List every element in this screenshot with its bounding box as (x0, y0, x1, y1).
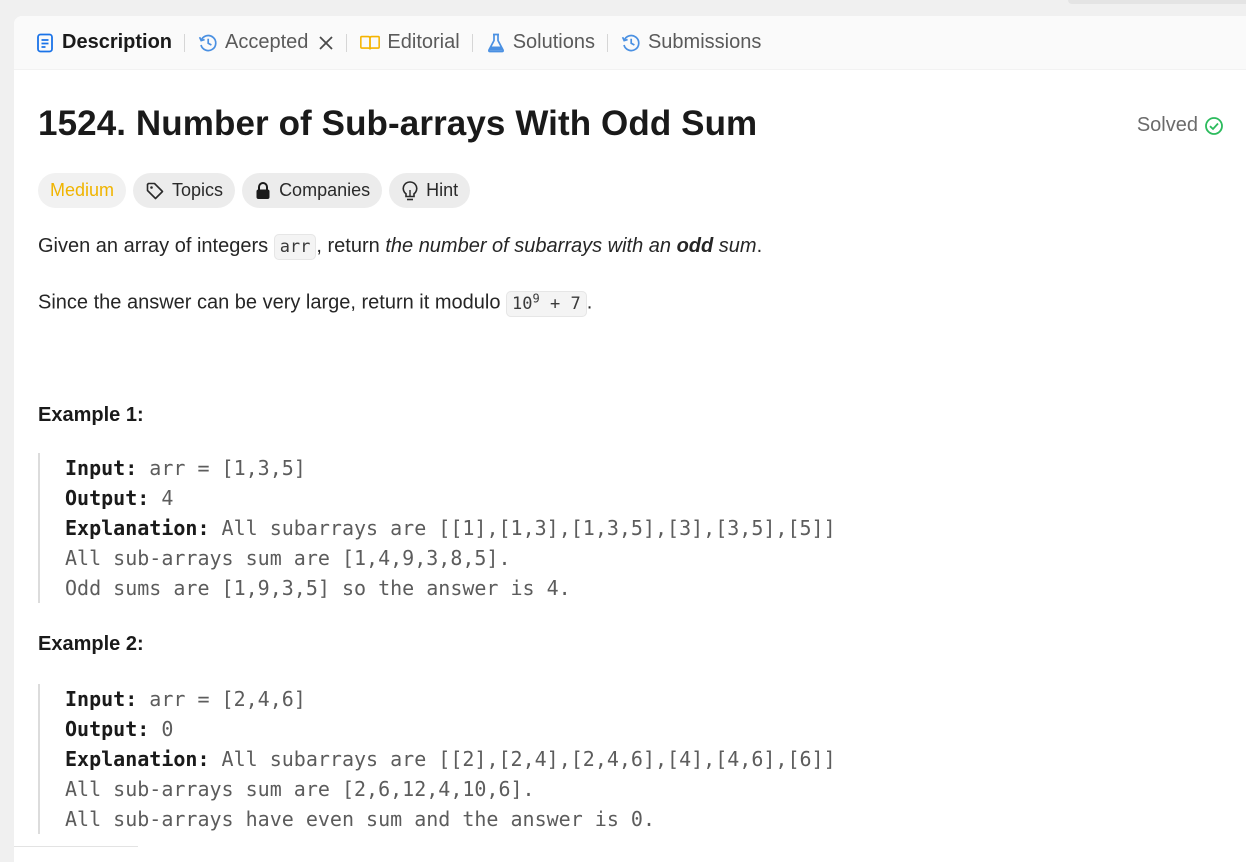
tab-label: Solutions (512, 31, 595, 53)
hint-label: Hint (426, 180, 459, 200)
description-icon (34, 32, 56, 54)
tab-accepted[interactable]: Accepted (197, 16, 334, 69)
modulo-code: 109 + 7 (506, 290, 587, 317)
explanation-value: All subarrays are [[2],[2,4],[2,4,6],[4]… (209, 747, 836, 771)
text: . (586, 291, 593, 314)
solved-label: Solved (1136, 114, 1198, 136)
output-value: 4 (149, 486, 174, 510)
exponent: 9 (532, 291, 540, 305)
emphasis-text: the number of subarrays with an odd sum (385, 235, 756, 257)
example-2-title: Example 2: (38, 633, 144, 655)
example-line: All sub-arrays sum are [2,6,12,4,10,6]. (65, 777, 535, 801)
text: 10 (512, 293, 533, 314)
flask-icon (485, 32, 507, 54)
example-line: Output: 0 (65, 714, 836, 744)
bold-text: odd (676, 235, 714, 257)
description-paragraph-1: Given an array of integers arr, return t… (38, 234, 763, 260)
text: , return (316, 235, 386, 257)
lightbulb-icon (401, 180, 419, 202)
example-1-block: Input: arr = [1,3,5] Output: 4 Explanation… (38, 453, 836, 603)
companies-button[interactable]: Companies (242, 173, 383, 208)
text: Since the answer can be very large, retu… (38, 291, 507, 314)
example-line: Explanation: All subarrays are [[2],[2,4… (65, 744, 836, 774)
text: sum (713, 235, 757, 257)
output-value: 0 (149, 717, 174, 741)
input-label: Input: (65, 687, 138, 711)
tab-label: Accepted (225, 31, 309, 53)
output-label: Output: (65, 486, 150, 510)
solved-status: Solved (1137, 114, 1224, 137)
window-top-strip (1068, 0, 1246, 4)
explanation-label: Explanation: (65, 747, 210, 771)
input-value: arr = [2,4,6] (137, 687, 306, 711)
topics-button[interactable]: Topics (133, 173, 236, 208)
tab-bar: Description Accepted Editorial Solutions (14, 16, 1246, 70)
example-line: Output: 4 (65, 483, 836, 513)
inline-code: arr (273, 234, 317, 260)
tab-label: Submissions (647, 31, 762, 53)
tab-submissions[interactable]: Submissions (620, 16, 761, 69)
tag-icon (145, 181, 165, 201)
text: . (756, 235, 763, 257)
tab-divider (184, 33, 186, 52)
tab-divider (471, 33, 473, 52)
tab-editorial[interactable]: Editorial (359, 16, 460, 69)
explanation-value: All subarrays are [[1],[1,3],[1,3,5],[3]… (209, 516, 836, 540)
tab-solutions[interactable]: Solutions (485, 16, 595, 69)
example-line: Input: arr = [1,3,5] (65, 453, 836, 483)
output-label: Output: (65, 717, 150, 741)
text: Given an array of integers (38, 235, 274, 257)
description-panel: Description Accepted Editorial Solutions (14, 16, 1246, 862)
tab-description[interactable]: Description (34, 16, 172, 69)
history-icon (620, 32, 642, 54)
text: the number of subarrays with an (385, 235, 677, 257)
history-icon (197, 32, 219, 54)
book-icon (359, 32, 381, 54)
example-line: Explanation: All subarrays are [[1],[1,3… (65, 513, 836, 543)
difficulty-label: Medium (50, 180, 115, 200)
bottom-divider (14, 846, 138, 847)
topics-label: Topics (172, 180, 224, 200)
tab-label: Editorial (387, 31, 460, 53)
difficulty-badge: Medium (38, 173, 127, 208)
input-label: Input: (65, 456, 138, 480)
example-1-title: Example 1: (38, 404, 144, 426)
check-circle-icon (1205, 116, 1223, 135)
companies-label: Companies (279, 180, 371, 200)
example-line: All sub-arrays sum are [1,4,9,3,8,5]. (65, 546, 511, 570)
example-line: Input: arr = [2,4,6] (65, 684, 836, 714)
text: + 7 (539, 293, 581, 314)
description-paragraph-2: Since the answer can be very large, retu… (38, 290, 593, 317)
close-icon[interactable] (318, 35, 334, 51)
tab-label: Description (62, 31, 173, 53)
tab-divider (606, 33, 608, 52)
example-line: All sub-arrays have even sum and the ans… (65, 807, 656, 831)
example-2-block: Input: arr = [2,4,6] Output: 0 Explanation… (38, 684, 836, 834)
lock-icon (254, 181, 272, 201)
input-value: arr = [1,3,5] (137, 456, 306, 480)
tab-divider (346, 33, 348, 52)
hint-button[interactable]: Hint (389, 173, 471, 208)
explanation-label: Explanation: (65, 516, 210, 540)
problem-title: 1524. Number of Sub-arrays With Odd Sum (38, 104, 758, 143)
example-line: Odd sums are [1,9,3,5] so the answer is … (65, 576, 571, 600)
problem-tags: Medium Topics Companies Hint (38, 173, 471, 208)
